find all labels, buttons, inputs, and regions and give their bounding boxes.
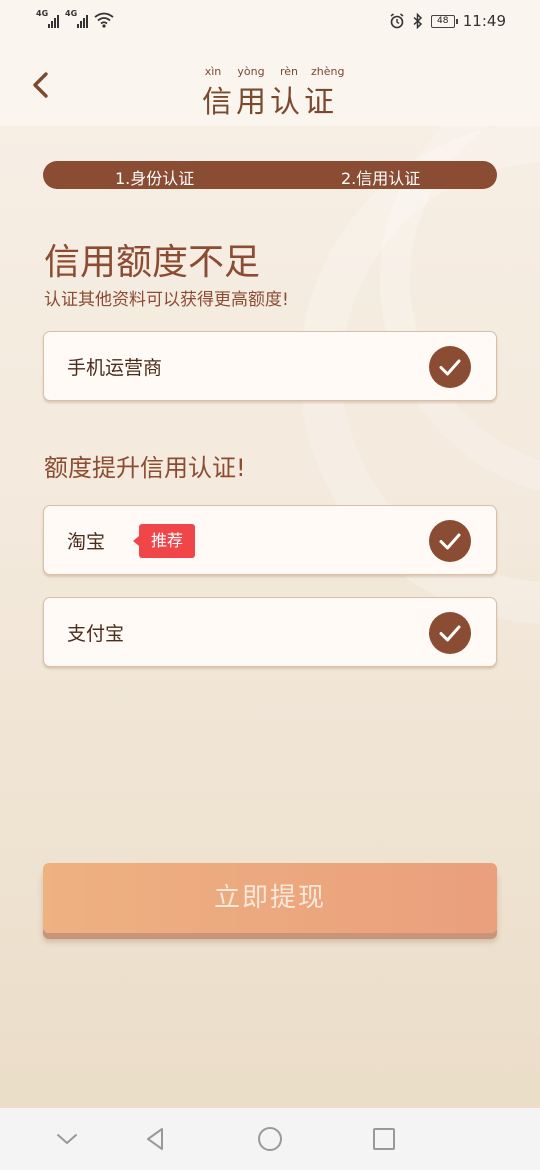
network-type: 4G [36, 9, 49, 18]
signal-icon: 4G [36, 9, 59, 28]
battery-icon: 48 [430, 14, 458, 28]
withdraw-now-button[interactable]: 立即提现 [43, 863, 497, 933]
step-progress-bar: 1.身份认证 2.信用认证 [43, 161, 497, 189]
app-header: xìn yòng rèn zhèng 信用认证 [0, 44, 540, 126]
battery-level: 48 [437, 15, 449, 26]
page-title: 信用认证 [202, 85, 338, 120]
mobile-carrier-card[interactable]: 手机运营商 [43, 331, 497, 401]
system-nav-bar [0, 1108, 540, 1170]
network-type: 4G [65, 9, 78, 18]
status-bar: 4G 4G 48 11:49 [0, 0, 540, 44]
credit-boost-heading: 额度提升信用认证! [44, 454, 246, 482]
credit-insufficient-heading: 信用额度不足 [44, 242, 261, 283]
check-icon [429, 612, 471, 654]
step-identity: 1.身份认证 [115, 169, 195, 188]
step-credit: 2.信用认证 [341, 169, 421, 188]
app-screen: 4G 4G 48 11:49 xìn yòng rèn zhèng 信用认证 1… [0, 0, 540, 1170]
taobao-card[interactable]: 淘宝 推荐 [43, 505, 497, 575]
credit-subheading: 认证其他资料可以获得更高额度! [44, 290, 289, 310]
page-title-group: xìn yòng rèn zhèng 信用认证 [0, 60, 540, 121]
home-circle-icon[interactable] [255, 1124, 285, 1154]
recommended-badge: 推荐 [132, 524, 196, 558]
chevron-down-icon[interactable] [52, 1124, 82, 1154]
check-icon [429, 346, 471, 388]
bluetooth-icon [413, 13, 422, 29]
recent-apps-square-icon[interactable] [369, 1124, 399, 1154]
check-icon [429, 520, 471, 562]
wifi-icon [94, 12, 114, 28]
card-label: 淘宝 [67, 531, 106, 553]
signal-icon: 4G [65, 9, 88, 28]
card-label: 手机运营商 [67, 357, 163, 379]
clock: 11:49 [462, 12, 506, 30]
alarm-icon [390, 13, 404, 29]
alipay-card[interactable]: 支付宝 [43, 597, 497, 667]
back-triangle-icon[interactable] [140, 1124, 170, 1154]
card-label: 支付宝 [67, 623, 125, 645]
